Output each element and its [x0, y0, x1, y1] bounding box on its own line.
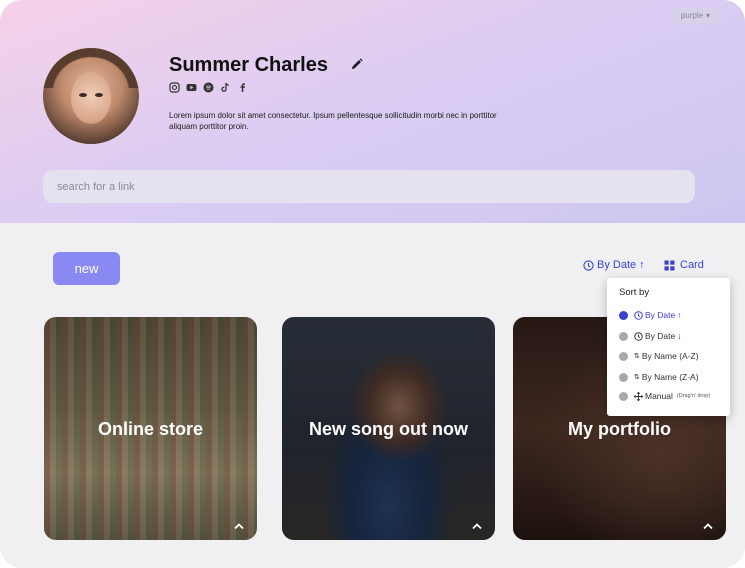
move-icon [634, 391, 643, 401]
arrow-up-icon: ↑ [639, 259, 645, 271]
search-input[interactable] [43, 170, 695, 203]
tiktok-icon[interactable] [220, 82, 231, 93]
chevron-down-icon: ▾ [706, 11, 711, 20]
new-button[interactable]: new [53, 252, 120, 285]
sort-option-name-az[interactable]: ⇅ By Name (A-Z) [619, 351, 699, 361]
sort-za-icon: ⇅ [634, 374, 640, 381]
instagram-icon[interactable] [169, 82, 180, 93]
clock-icon [583, 259, 594, 271]
sort-az-icon: ⇅ [634, 353, 640, 360]
profile-header: purple ▾ Summer Charles Lorem ipsum dolo… [0, 0, 745, 223]
sort-option-label: By Date [645, 331, 676, 341]
view-toggle[interactable]: Card [664, 259, 704, 271]
link-card[interactable]: Online store [44, 317, 257, 540]
card-title: My portfolio [568, 418, 671, 439]
clock-icon [634, 310, 643, 320]
sort-option-name-za[interactable]: ⇅ By Name (Z-A) [619, 372, 699, 382]
sort-option-label: Manual [645, 391, 673, 401]
sort-option-label: By Name (A-Z) [641, 351, 699, 361]
facebook-icon[interactable] [237, 82, 248, 93]
radio-selected-icon [619, 310, 628, 320]
view-toggle-label: Card [680, 259, 704, 271]
sort-option-date-desc[interactable]: By Date ↓ [619, 331, 682, 341]
social-links [169, 82, 248, 93]
radio-icon [619, 331, 628, 341]
radio-icon [619, 372, 628, 382]
theme-select-value: purple [680, 11, 704, 20]
link-card[interactable]: New song out now [282, 317, 495, 540]
pencil-icon[interactable] [351, 58, 363, 70]
spotify-icon[interactable] [203, 82, 214, 93]
card-title: Online store [97, 418, 204, 439]
avatar [43, 48, 139, 144]
app-frame: purple ▾ Summer Charles Lorem ipsum dolo… [0, 0, 745, 568]
radio-icon [619, 391, 628, 401]
arrow-up-icon: ↑ [677, 310, 682, 320]
radio-icon [619, 351, 628, 361]
chevron-up-icon[interactable] [234, 522, 244, 530]
profile-name: Summer Charles [169, 54, 328, 76]
sort-option-manual[interactable]: Manual (Drag'n' drop) [619, 391, 710, 401]
sort-option-date-asc[interactable]: By Date ↑ [619, 310, 682, 320]
chevron-up-icon[interactable] [703, 522, 713, 530]
sort-option-label: By Date [645, 310, 676, 320]
sort-option-hint: (Drag'n' drop) [676, 393, 711, 399]
youtube-icon[interactable] [186, 82, 197, 93]
clock-icon [634, 331, 643, 341]
grid-icon [664, 260, 675, 270]
sort-menu: Sort by By Date ↑ By Date ↓ ⇅ By Name (A… [607, 278, 730, 416]
chevron-up-icon[interactable] [472, 522, 482, 530]
theme-select[interactable]: purple ▾ [672, 8, 719, 23]
sort-button-label: By Date [597, 259, 637, 271]
arrow-down-icon: ↓ [677, 331, 682, 341]
sort-menu-title: Sort by [619, 287, 650, 298]
sort-button[interactable]: By Date ↑ [583, 259, 645, 271]
card-title: New song out now [309, 418, 468, 439]
profile-bio: Lorem ipsum dolor sit amet consectetur. … [169, 111, 497, 131]
sort-option-label: By Name (Z-A) [641, 372, 699, 382]
